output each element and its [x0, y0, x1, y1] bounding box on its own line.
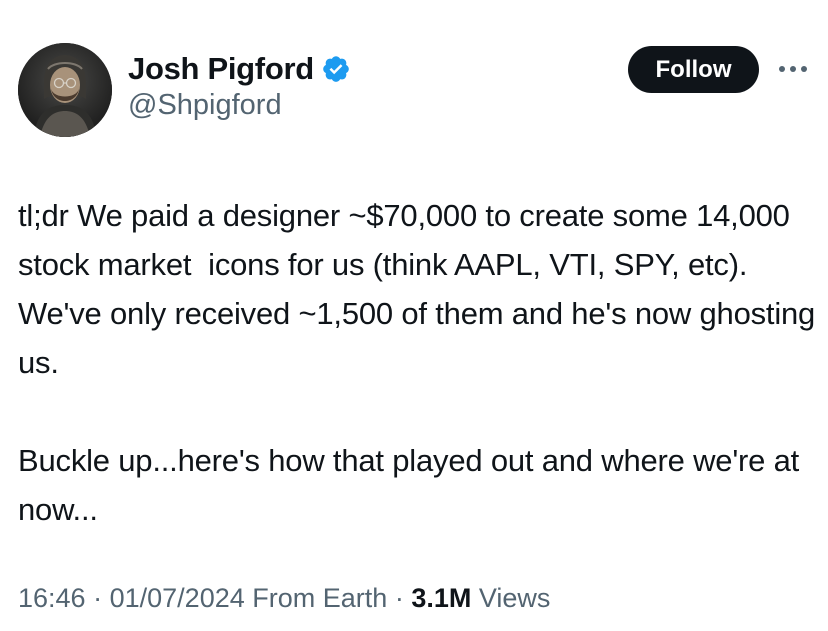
- meta-separator: ·: [93, 583, 103, 613]
- tweet-paragraph: Buckle up...here's how that played out a…: [18, 443, 808, 527]
- tweet-body: tl;dr We paid a designer ~$70,000 to cre…: [18, 191, 818, 534]
- verified-badge-icon: [323, 56, 349, 82]
- views-label: Views: [478, 583, 551, 613]
- tweet-date[interactable]: 01/07/2024: [110, 583, 245, 613]
- tweet-meta: 16:46 · 01/07/2024 From Earth · 3.1M Vie…: [18, 583, 550, 614]
- tweet-source: From Earth: [252, 583, 388, 613]
- meta-separator: ·: [394, 583, 404, 613]
- author-name-row: Josh Pigford: [128, 48, 351, 90]
- views-count: 3.1M: [411, 583, 472, 613]
- avatar[interactable]: [18, 43, 112, 137]
- tweet: Josh Pigford @Shpigford Follow tl;dr We …: [0, 0, 828, 631]
- author-handle[interactable]: @Shpigford: [128, 89, 282, 122]
- more-options-button[interactable]: [775, 56, 811, 82]
- tweet-paragraph: tl;dr We paid a designer ~$70,000 to cre…: [18, 198, 824, 380]
- author-display-name[interactable]: Josh Pigford: [128, 51, 314, 87]
- more-horizontal-icon: [779, 66, 807, 72]
- avatar-image: [18, 43, 112, 137]
- follow-button[interactable]: Follow: [628, 46, 759, 93]
- tweet-time[interactable]: 16:46: [18, 583, 86, 613]
